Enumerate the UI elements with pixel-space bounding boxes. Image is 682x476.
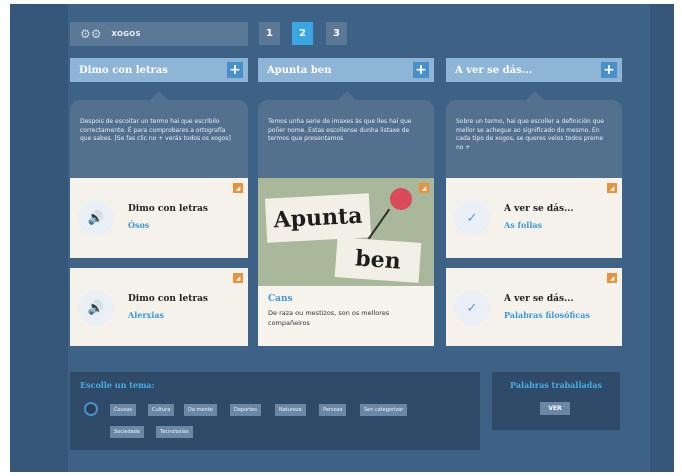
- column-description: Sobre un termo, hai que escoller a defin…: [446, 91, 622, 178]
- rss-icon[interactable]: ◢: [233, 183, 243, 193]
- card-title: Dimo con letras: [128, 204, 208, 214]
- topics-heading: Escolle un tema:: [80, 380, 155, 390]
- image-text-line2: ben: [354, 245, 402, 275]
- column-header-aver: A ver se dás... +: [446, 58, 622, 82]
- card-link[interactable]: Palabras filosóficas: [504, 310, 590, 320]
- game-card[interactable]: ◢ 🔊 Dimo con letras Alerxias: [70, 268, 248, 346]
- topic-tag[interactable]: Persoas: [319, 404, 347, 416]
- column-header-apunta: Apunta ben +: [258, 58, 434, 82]
- rss-icon[interactable]: ◢: [419, 183, 429, 193]
- featured-description: De raza ou mestizos, son os mellores com…: [268, 309, 390, 327]
- featured-title[interactable]: Cans: [268, 294, 293, 304]
- page-button-2[interactable]: 2: [292, 22, 313, 45]
- heart-pin-icon: [390, 188, 412, 210]
- topic-tag[interactable]: Cultura: [148, 404, 175, 416]
- speaker-icon: 🔊: [78, 290, 114, 326]
- topic-tag[interactable]: Natureza: [275, 404, 306, 416]
- page-button-3[interactable]: 3: [326, 22, 347, 45]
- topic-tag[interactable]: Tecnoloxías: [156, 426, 193, 438]
- game-image[interactable]: Apunta ben: [258, 178, 434, 286]
- column-header-dimo: Dimo con letras +: [70, 58, 248, 82]
- featured-game-card[interactable]: Apunta ben ◢ Cans De raza ou mestizos, s…: [258, 178, 434, 346]
- image-paper-bottom: ben: [334, 237, 422, 283]
- topic-tag[interactable]: Cousas: [110, 404, 136, 416]
- view-button[interactable]: VER: [540, 402, 570, 415]
- image-text-line1: Apunta: [272, 202, 364, 234]
- plus-icon[interactable]: +: [413, 62, 429, 78]
- game-card[interactable]: ◢ 🔊 Dimo con letras Ósos: [70, 178, 248, 258]
- rss-icon[interactable]: ◢: [233, 273, 243, 283]
- topic-tag[interactable]: Da mente: [184, 404, 217, 416]
- column-title: Dimo con letras: [79, 64, 168, 76]
- topic-tag[interactable]: Sociedade: [110, 426, 144, 438]
- worked-words-panel: Palabras traballadas VER: [492, 372, 620, 430]
- game-card[interactable]: ◢ ✓ A ver se dás... Palabras filosóficas: [446, 268, 622, 346]
- checkmark-icon: ✓: [454, 200, 490, 236]
- topic-tag[interactable]: Sen categorizar: [360, 404, 408, 416]
- rss-icon[interactable]: ◢: [607, 183, 617, 193]
- game-card[interactable]: ◢ ✓ A ver se dás... As follas: [446, 178, 622, 258]
- image-paper-top: Apunta: [264, 193, 372, 243]
- card-title: A ver se dás...: [504, 294, 574, 304]
- plus-icon[interactable]: +: [227, 62, 243, 78]
- worked-words-heading: Palabras traballadas: [510, 380, 602, 390]
- plus-icon[interactable]: +: [601, 62, 617, 78]
- checkmark-icon: ✓: [454, 290, 490, 326]
- speaker-icon: 🔊: [78, 200, 114, 236]
- card-link[interactable]: As follas: [504, 220, 542, 230]
- card-link[interactable]: Ósos: [128, 220, 149, 230]
- topic-radio-icon[interactable]: [84, 402, 98, 416]
- topics-panel: Escolle un tema: Cousas Cultura Da mente…: [70, 372, 480, 450]
- column-description: Despois de escoitar un termo hai que esc…: [70, 91, 248, 178]
- games-nav[interactable]: ⚙⚙ XOGOS: [70, 22, 248, 46]
- games-label: XOGOS: [111, 30, 141, 38]
- rss-icon[interactable]: ◢: [607, 273, 617, 283]
- bicycle-icon: ⚙⚙: [80, 27, 102, 41]
- column-description: Temos unha serie de imaxes às que lles h…: [258, 91, 434, 178]
- card-link[interactable]: Alerxias: [128, 310, 164, 320]
- column-title: A ver se dás...: [455, 64, 533, 76]
- column-title: Apunta ben: [267, 64, 332, 76]
- topic-tag[interactable]: Deportes: [230, 404, 261, 416]
- card-title: Dimo con letras: [128, 294, 208, 304]
- card-title: A ver se dás...: [504, 204, 574, 214]
- page-button-1[interactable]: 1: [259, 22, 280, 45]
